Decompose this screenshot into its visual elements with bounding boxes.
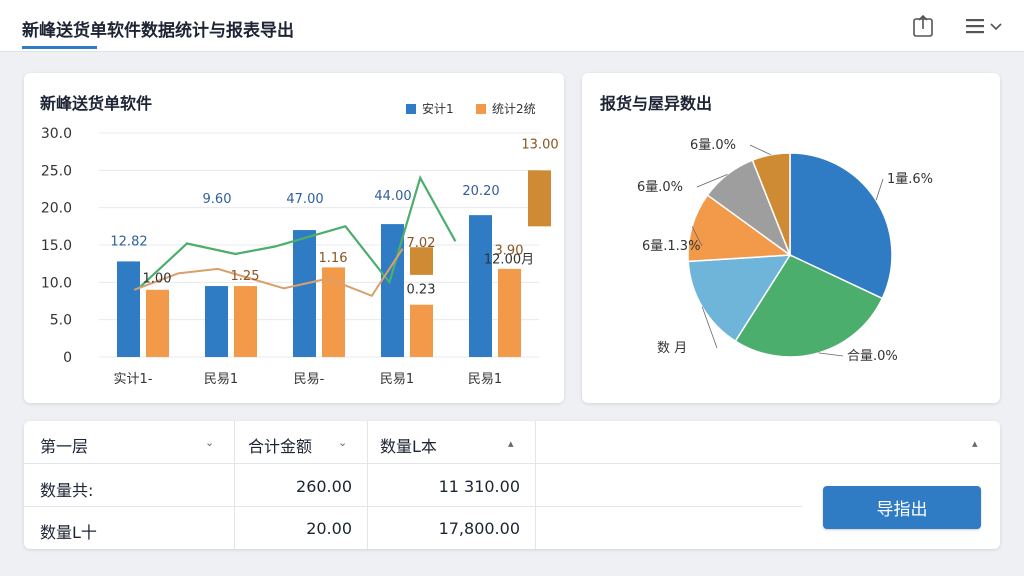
bar-series-2[interactable] xyxy=(234,286,257,357)
chevron-up-icon[interactable]: ▴ xyxy=(972,437,978,450)
pie-leader-line xyxy=(749,144,772,156)
y-tick-label: 0 xyxy=(63,350,72,366)
data-label: 9.60 xyxy=(203,192,232,207)
table-row-1-label: 数量共: xyxy=(40,481,94,500)
bar-series-1[interactable] xyxy=(469,215,492,357)
header-col-2[interactable]: 合计金额 xyxy=(248,433,312,457)
x-tick-label: 民易- xyxy=(294,372,325,387)
row-divider xyxy=(24,506,802,507)
pie-label: 6量.0% xyxy=(637,180,683,195)
data-label: 20.20 xyxy=(462,184,499,199)
column-divider xyxy=(535,421,536,549)
data-label: 1.16 xyxy=(319,251,348,266)
bar-series-1[interactable] xyxy=(117,261,140,357)
y-tick-label: 30.0 xyxy=(41,126,72,142)
y-tick-label: 5.0 xyxy=(50,313,72,329)
bar-chart-card: 新峰送货单软件 安计1 统计2统 30.0 25.0 20.0 15.0 10.0 5.0… xyxy=(24,73,564,403)
y-tick-label: 25.0 xyxy=(41,163,72,179)
x-tick-label: 民易1 xyxy=(204,372,238,387)
header-col-3[interactable]: 数量L本 xyxy=(380,433,437,457)
pie-chart-card: 报货与屋异数出 1量.6% 合量.0% 数 月 6量.1.3% 6量.0% 6量.0% xyxy=(582,73,1000,403)
x-tick-label: 民易1 xyxy=(468,372,502,387)
chevron-down-icon[interactable]: ⌄ xyxy=(205,436,214,449)
pie-chart: 1量.6% 合量.0% 数 月 6量.1.3% 6量.0% 6量.0% xyxy=(637,138,933,364)
row-divider xyxy=(24,463,1000,464)
data-label: 47.00 xyxy=(286,192,323,207)
data-label: 13.00 xyxy=(521,138,558,153)
y-tick-label: 15.0 xyxy=(41,238,72,254)
column-divider xyxy=(367,421,368,549)
pie-label: 合量.0% xyxy=(847,349,898,364)
bar-series-1[interactable] xyxy=(205,286,228,357)
bar-extra[interactable] xyxy=(410,247,433,275)
pie-label: 1量.6% xyxy=(887,172,933,187)
data-label: 0.23 xyxy=(407,283,436,298)
x-tick-label: 实计1- xyxy=(114,372,153,387)
chevron-down-icon[interactable] xyxy=(990,22,1002,32)
menu-icon[interactable] xyxy=(965,16,985,36)
table-row-1-amount: 260.00 xyxy=(296,477,352,496)
header-col-1[interactable]: 第一层 xyxy=(40,433,88,457)
pie-label: 6量.1.3% xyxy=(642,239,700,254)
data-label: 7.02 xyxy=(407,236,436,251)
summary-table: 第一层 ⌄ 合计金额 ⌄ 数量L本 ▴ ▴ 数量共: 260.00 11 310… xyxy=(24,421,1000,549)
y-tick-label: 20.0 xyxy=(41,201,72,217)
bar-extra[interactable] xyxy=(528,170,551,227)
pie-label: 6量.0% xyxy=(690,138,736,153)
data-label: 44.00 xyxy=(374,189,411,204)
data-label: 12.82 xyxy=(110,235,147,250)
chevron-up-icon[interactable]: ▴ xyxy=(508,437,514,450)
table-row-2-qty: 17,800.00 xyxy=(438,519,520,538)
table-row-2-amount: 20.00 xyxy=(306,519,352,538)
x-tick-label: 民易1 xyxy=(380,372,414,387)
export-icon[interactable] xyxy=(912,14,934,38)
data-label: 1.25 xyxy=(231,269,260,284)
y-tick-label: 10.0 xyxy=(41,275,72,291)
page-title: 新峰送货单软件数据统计与报表导出 xyxy=(22,21,294,41)
bar-series-2[interactable] xyxy=(146,289,169,357)
bar-series-2[interactable] xyxy=(498,268,521,357)
column-divider xyxy=(234,421,235,549)
table-row-2-label: 数量L十 xyxy=(40,523,97,542)
data-label: 12.00月 xyxy=(484,253,534,268)
top-bar: 新峰送货单软件数据统计与报表导出 xyxy=(0,0,1024,52)
pie-leader-line xyxy=(818,352,844,357)
bar-series-2[interactable] xyxy=(410,304,433,357)
bar-chart: 30.0 25.0 20.0 15.0 10.0 5.0 0 12.82 9.60 47.00 44… xyxy=(41,126,559,387)
title-underline xyxy=(22,46,97,49)
pie-leader-line xyxy=(875,178,884,201)
bar-series-1[interactable] xyxy=(293,230,316,357)
export-button[interactable]: 导指出 xyxy=(823,486,981,529)
chevron-down-icon[interactable]: ⌄ xyxy=(338,436,347,449)
pie-label: 数 月 xyxy=(657,341,687,356)
data-label: 1.00 xyxy=(143,271,172,286)
table-row-1-qty: 11 310.00 xyxy=(438,477,520,496)
